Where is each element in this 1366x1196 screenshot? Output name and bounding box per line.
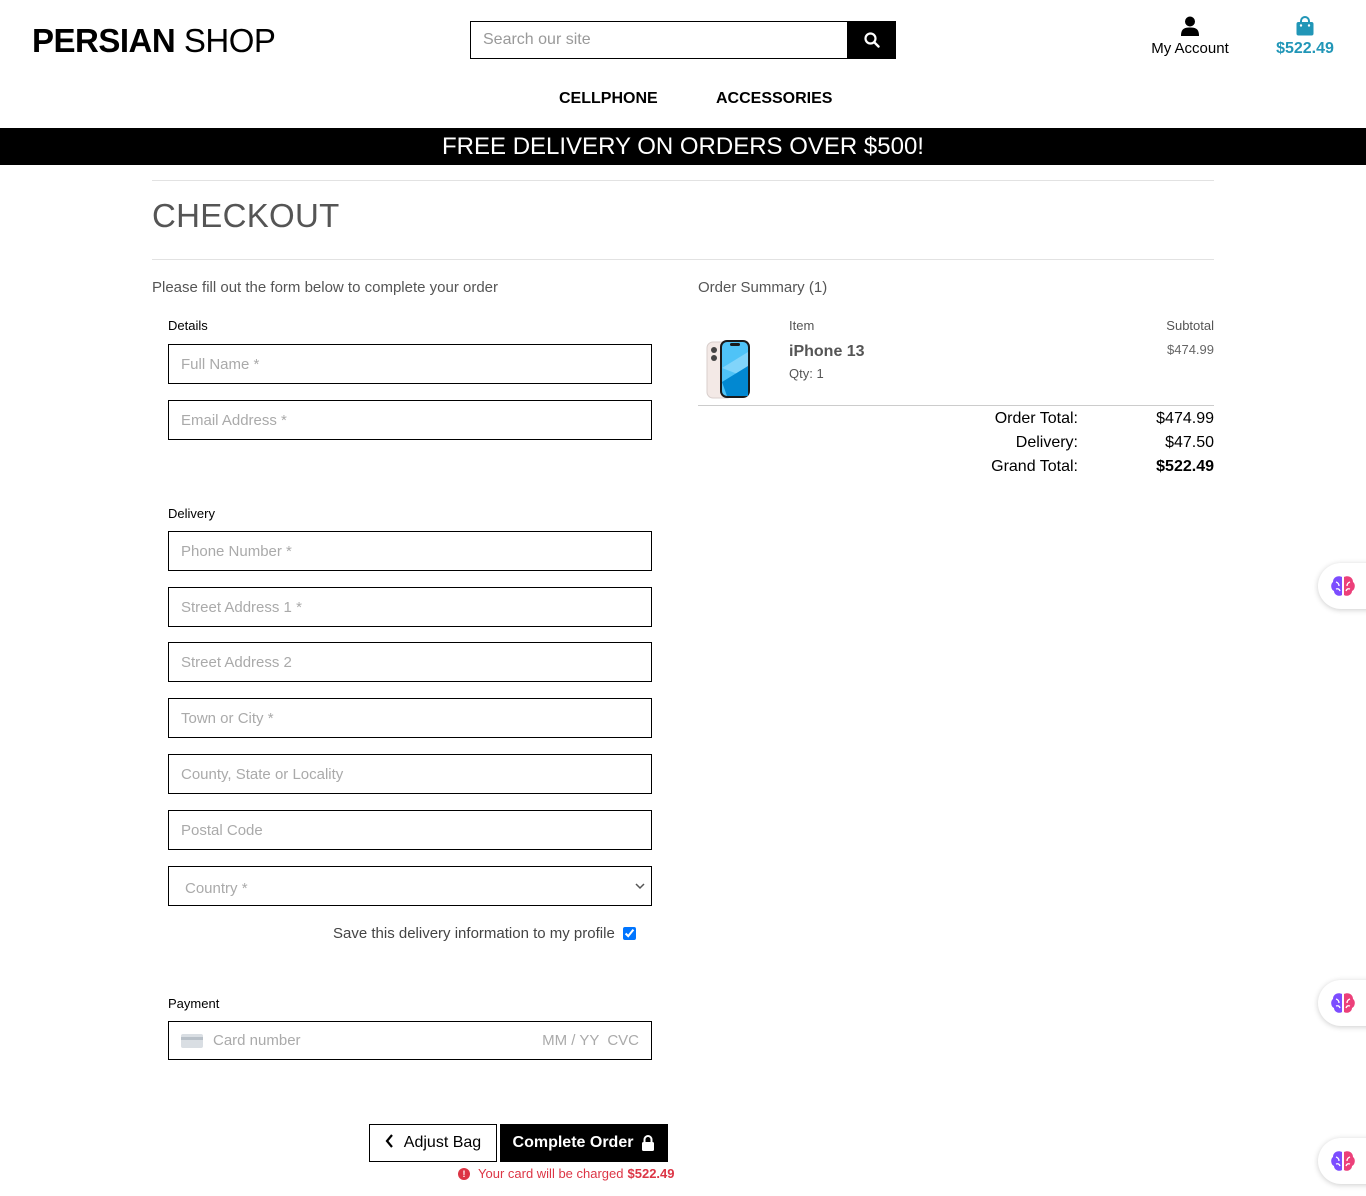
search-button[interactable] (847, 21, 896, 59)
page-title: CHECKOUT (152, 197, 340, 234)
floating-assistant-button[interactable] (1318, 1138, 1366, 1184)
product-image (706, 340, 750, 399)
email-input[interactable] (168, 400, 652, 440)
summary-divider (698, 405, 1214, 406)
charge-notice: ! Your card will be charged $522.49 (458, 1166, 675, 1181)
lock-icon (642, 1135, 655, 1151)
save-info-row[interactable]: Save this delivery information to my pro… (333, 925, 636, 942)
chevron-left-icon (385, 1133, 394, 1153)
delivery-label: Delivery: (1015, 434, 1078, 451)
grand-total-label: Grand Total: (991, 458, 1078, 475)
alert-circle-icon: ! (458, 1167, 470, 1180)
divider-title (152, 259, 1214, 260)
charge-notice-amount: $522.49 (627, 1166, 675, 1181)
card-cvc-placeholder: CVC (607, 1032, 639, 1049)
phone-input[interactable] (168, 531, 652, 571)
order-total-label: Order Total: (994, 410, 1078, 427)
main-nav: CELLPHONE ACCESSORIES (0, 90, 1366, 112)
payment-legend: Payment (168, 996, 220, 1011)
details-legend: Details (168, 318, 208, 333)
adjust-bag-button[interactable]: Adjust Bag (369, 1124, 497, 1162)
save-info-checkbox[interactable] (622, 927, 636, 940)
checkout-intro: Please fill out the form below to comple… (152, 279, 499, 296)
brain-icon (1331, 993, 1355, 1013)
county-input[interactable] (168, 754, 652, 794)
charge-notice-text: Your card will be charged (478, 1166, 624, 1181)
adjust-bag-label: Adjust Bag (403, 1134, 482, 1151)
credit-card-icon (181, 1033, 203, 1048)
full-name-input[interactable] (168, 344, 652, 384)
divider-top (152, 180, 1214, 181)
floating-assistant-button[interactable] (1318, 563, 1366, 609)
grand-total-value: $522.49 (1156, 458, 1214, 475)
order-summary-heading: Order Summary (1) (698, 279, 828, 296)
nav-item-cellphone[interactable]: CELLPHONE (559, 90, 658, 108)
site-logo[interactable]: PERSIAN SHOP (32, 22, 276, 60)
shopping-bag-icon (1296, 16, 1314, 36)
country-select[interactable]: Country * (168, 866, 652, 906)
shopping-bag-link[interactable]: $522.49 (1272, 16, 1338, 58)
search-icon (863, 32, 880, 48)
delivery-banner: FREE DELIVERY ON ORDERS OVER $500! (0, 128, 1366, 165)
order-total-value: $474.99 (1156, 410, 1214, 427)
search-form (470, 21, 896, 59)
summary-col-subtotal: Subtotal (1166, 318, 1214, 333)
logo-light: SHOP (183, 22, 276, 59)
search-input[interactable] (470, 21, 847, 59)
bag-total: $522.49 (1276, 40, 1334, 57)
my-account-link[interactable]: My Account (1144, 16, 1236, 57)
complete-order-label: Complete Order (512, 1134, 634, 1151)
card-number-placeholder: Card number (213, 1032, 301, 1049)
complete-order-button[interactable]: Complete Order (500, 1124, 668, 1162)
product-name: iPhone 13 (789, 343, 865, 360)
floating-assistant-button[interactable] (1318, 980, 1366, 1026)
street-address-2-input[interactable] (168, 642, 652, 682)
nav-item-accessories[interactable]: ACCESSORIES (716, 90, 832, 108)
delivery-value: $47.50 (1165, 434, 1214, 451)
logo-bold: PERSIAN (32, 22, 176, 59)
save-info-label: Save this delivery information to my pro… (333, 925, 615, 942)
street-address-1-input[interactable] (168, 587, 652, 627)
brain-icon (1331, 576, 1355, 596)
summary-col-item: Item (789, 318, 815, 333)
user-icon (1181, 16, 1199, 36)
product-qty: Qty: 1 (789, 366, 824, 381)
delivery-legend: Delivery (168, 506, 215, 521)
my-account-label: My Account (1151, 40, 1229, 57)
town-city-input[interactable] (168, 698, 652, 738)
card-expiry-placeholder: MM / YY (542, 1032, 600, 1049)
postal-code-input[interactable] (168, 810, 652, 850)
card-element[interactable]: Card number MM / YY CVC (168, 1021, 652, 1060)
product-subtotal: $474.99 (1167, 342, 1214, 357)
brain-icon (1331, 1151, 1355, 1171)
